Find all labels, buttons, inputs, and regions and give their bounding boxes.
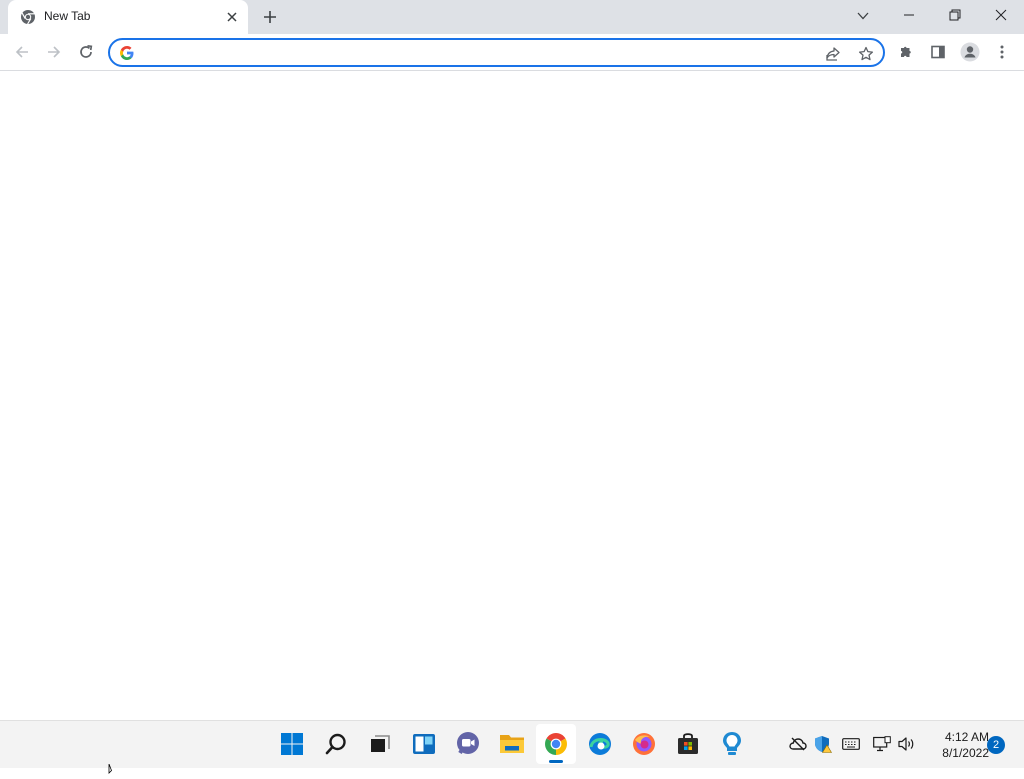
share-icon[interactable] [822, 43, 844, 65]
microsoft-store-icon[interactable] [668, 724, 708, 764]
clock-time: 4:12 AM [944, 730, 989, 744]
touch-keyboard-icon[interactable] [841, 734, 861, 754]
windows-start-icon[interactable] [272, 724, 312, 764]
cloud-offline-icon[interactable] [788, 734, 808, 754]
tips-lightbulb-icon[interactable] [712, 724, 752, 764]
taskbar-clock[interactable]: 4:12 AM 8/1/2022 [925, 729, 989, 761]
arrow-left-icon[interactable] [8, 38, 36, 66]
page-content [0, 71, 1024, 720]
network-icon[interactable] [872, 734, 892, 754]
clock-date: 8/1/2022 [942, 746, 989, 760]
omnibox[interactable] [108, 38, 885, 67]
chrome-app-icon[interactable] [536, 724, 576, 764]
notification-count-badge[interactable]: 2 [987, 736, 1005, 754]
avatar-icon[interactable] [956, 38, 984, 66]
mouse-cursor-icon [108, 761, 118, 774]
windows-security-icon[interactable] [813, 734, 833, 754]
teams-chat-icon[interactable] [448, 724, 488, 764]
edge-icon[interactable] [580, 724, 620, 764]
reload-icon[interactable] [72, 38, 100, 66]
side-panel-icon[interactable] [924, 38, 952, 66]
volume-icon[interactable] [897, 734, 917, 754]
chevron-down-icon[interactable] [851, 4, 875, 28]
chrome-icon [20, 9, 36, 25]
search-icon[interactable] [316, 724, 356, 764]
active-app-indicator [549, 760, 563, 763]
google-g-icon [119, 45, 135, 61]
arrow-right-icon[interactable] [40, 38, 68, 66]
file-explorer-icon[interactable] [492, 724, 532, 764]
address-bar-input[interactable] [142, 42, 802, 64]
task-view-icon[interactable] [360, 724, 400, 764]
kebab-menu-icon[interactable] [988, 38, 1016, 66]
tab-title: New Tab [44, 9, 91, 23]
minimize-icon[interactable] [886, 0, 932, 30]
tab-new-tab[interactable]: New Tab [8, 0, 248, 34]
star-icon[interactable] [855, 43, 877, 65]
close-icon[interactable] [978, 0, 1024, 30]
restore-icon[interactable] [932, 0, 978, 30]
close-tab-icon[interactable] [222, 7, 242, 27]
puzzle-icon[interactable] [892, 38, 920, 66]
plus-icon[interactable] [258, 5, 282, 29]
widgets-icon[interactable] [404, 724, 444, 764]
firefox-icon[interactable] [624, 724, 664, 764]
